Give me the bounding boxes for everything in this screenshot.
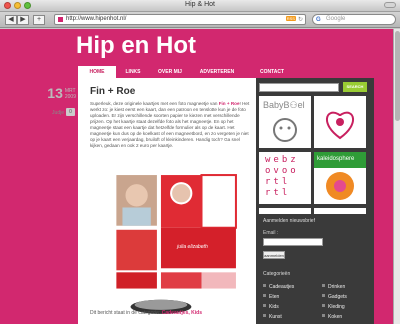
category-kids[interactable]: Kids <box>263 304 279 310</box>
post-day: 13 <box>47 85 63 101</box>
google-icon: G <box>316 17 321 23</box>
post-author[interactable]: Judje <box>38 110 64 116</box>
browser-toolbar: ◀ ▶ + http://www.hipenhot.nl/ RSS ↻ G Goo… <box>0 12 400 28</box>
category-kleding[interactable]: Kleding <box>322 304 345 310</box>
scrollbar-thumb[interactable] <box>395 31 400 121</box>
email-label: Email : <box>263 230 279 236</box>
post-body: Superleuk, deze originele kaartjes met e… <box>90 101 254 149</box>
categories-heading: Categorieën <box>263 271 291 277</box>
post-link-fin-roe[interactable]: Fin + Roe <box>219 101 240 106</box>
reload-icon[interactable]: ↻ <box>298 17 303 23</box>
ad-tile-kaleidosphere-label: kaleidosphere <box>317 156 355 162</box>
subscribe-button[interactable]: aanmelden <box>263 251 285 259</box>
baby-face-icon <box>273 118 297 142</box>
sidebar-search-button[interactable]: SEARCH <box>343 82 367 92</box>
comment-count-badge[interactable]: 0 <box>66 108 75 116</box>
category-cadeautjes[interactable]: Cadeautjes <box>263 284 294 290</box>
post-footer-label: Dit bericht staat in de categorie: <box>90 310 162 316</box>
ad-tile-blank-2[interactable] <box>314 208 366 214</box>
search-field[interactable]: G Google <box>312 14 396 25</box>
category-eten[interactable]: Eten <box>263 294 279 300</box>
category-drinken[interactable]: Drinken <box>322 284 345 290</box>
card-sample-1 <box>116 229 157 271</box>
address-bar-icons: RSS ↻ <box>285 16 303 23</box>
post-year: 2009 <box>64 94 76 100</box>
product-photo[interactable]: julia elizabeth <box>88 154 240 324</box>
card-sample-4 <box>201 272 236 289</box>
card-name-text: julia elizabeth <box>176 244 208 250</box>
ad-tile-kaleidosphere[interactable]: kaleidosphere <box>314 152 366 204</box>
search-placeholder: Google <box>326 16 346 22</box>
back-button[interactable]: ◀ <box>5 15 17 25</box>
category-gadgets[interactable]: Gadgets <box>322 294 347 300</box>
ad-tile-webzovoortrl-label: webz ovoo rtl rtl <box>265 155 299 198</box>
window-title: Hip & Hot <box>185 1 215 8</box>
ad-tile-webzovoortrl[interactable]: webz ovoo rtl rtl <box>259 152 311 204</box>
url-text: http://www.hipenhot.nl/ <box>66 16 127 22</box>
forward-button[interactable]: ▶ <box>17 15 29 25</box>
post-text-end: ! Het werkt zo: je kiest eerst een kaart… <box>90 101 250 148</box>
flower-icon <box>326 172 354 200</box>
newsletter-heading: Aanmelden nieuwsbrief <box>263 218 315 224</box>
add-bookmark-button[interactable]: + <box>33 15 45 25</box>
page-scrollbar[interactable] <box>393 29 400 324</box>
post-date: 13 MRT 2009 <box>38 85 76 103</box>
post-title[interactable]: Fin + Roe <box>90 86 135 97</box>
category-kunst[interactable]: Kunst <box>263 314 282 320</box>
sidebar-search-input[interactable] <box>259 83 339 92</box>
card-sample-3 <box>160 272 202 289</box>
window-titlebar: Hip & Hot <box>0 0 400 12</box>
address-bar[interactable]: http://www.hipenhot.nl/ RSS ↻ <box>54 14 306 25</box>
ad-tile-babyboel[interactable]: BabyB⚇el <box>259 96 311 148</box>
rss-icon[interactable]: RSS <box>285 16 296 21</box>
menu-item-over-mij[interactable]: OVER MIJ <box>150 66 190 78</box>
newsletter-email-input[interactable] <box>263 238 323 246</box>
site-title[interactable]: Hip en Hot <box>76 32 196 60</box>
post-category-links[interactable]: Cadeautjes, Kids <box>162 310 202 316</box>
card-sample-2 <box>116 272 157 289</box>
menu-item-contact[interactable]: CONTACT <box>244 66 300 78</box>
menu-item-home[interactable]: HOME <box>78 66 116 78</box>
ad-tile-blank-1[interactable] <box>259 208 311 214</box>
site-favicon-icon <box>58 17 63 22</box>
menu-item-adverteren[interactable]: ADVERTEREN <box>190 66 244 78</box>
post-footer: Dit bericht staat in de categorie: Cadea… <box>90 310 202 316</box>
ad-tile-heart[interactable] <box>314 96 366 148</box>
category-koken[interactable]: Koken <box>322 314 342 320</box>
main-menu: HOME LINKS OVER MIJ ADVERTEREN CONTACT <box>78 66 300 78</box>
post-text-start: Superleuk, deze originele kaartjes met e… <box>90 101 219 106</box>
menu-item-links[interactable]: LINKS <box>116 66 150 78</box>
red-card-back <box>200 174 237 229</box>
toolbar-toggle-button[interactable] <box>384 2 396 8</box>
lace-heart-icon <box>326 111 354 140</box>
